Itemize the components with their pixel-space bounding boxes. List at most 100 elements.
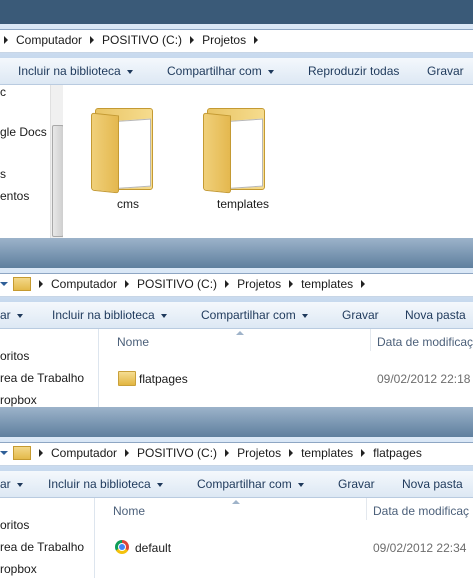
- dropdown-caret-icon: [301, 313, 308, 318]
- nav-item-favorites[interactable]: oritos: [0, 518, 29, 532]
- new-folder-button[interactable]: Nova pasta: [402, 477, 463, 491]
- nav-item-desktop[interactable]: rea de Trabalho: [0, 371, 84, 385]
- breadcrumb-arrow-icon[interactable]: [254, 36, 259, 44]
- include-library-button[interactable]: Incluir na biblioteca: [48, 477, 163, 491]
- file-list: Nome Data de modificaç flatpages 09/02/2…: [99, 329, 473, 407]
- address-box[interactable]: Computador POSITIVO (C:) Projetos templa…: [0, 273, 473, 297]
- column-header-date[interactable]: Data de modificaç: [373, 504, 469, 518]
- breadcrumb-arrow-icon[interactable]: [361, 449, 366, 457]
- table-row[interactable]: flatpages 09/02/2012 22:18: [99, 369, 473, 387]
- nav-item-dropbox[interactable]: ropbox: [0, 562, 37, 576]
- file-date: 09/02/2012 22:18: [377, 372, 471, 386]
- column-header-date[interactable]: Data de modificaç: [377, 335, 473, 349]
- column-header-name[interactable]: Nome: [113, 504, 145, 518]
- breadcrumb-projetos[interactable]: Projetos: [202, 33, 246, 47]
- folder-icon[interactable]: [91, 100, 155, 194]
- share-with-button[interactable]: Compartilhar com: [201, 308, 308, 322]
- breadcrumb-arrow-icon[interactable]: [289, 280, 294, 288]
- nav-item-docs[interactable]: gle Docs: [0, 125, 47, 139]
- address-bar: Computador POSITIVO (C:) Projetos: [0, 24, 473, 59]
- include-library-button[interactable]: Incluir na biblioteca: [18, 64, 133, 78]
- breadcrumb-flatpages[interactable]: flatpages: [373, 446, 422, 460]
- folder-icon[interactable]: [203, 100, 267, 194]
- file-name[interactable]: default: [135, 541, 171, 555]
- chrome-html-file-icon: [115, 540, 129, 554]
- breadcrumb-arrow-icon[interactable]: [225, 280, 230, 288]
- nav-item-desktop[interactable]: rea de Trabalho: [0, 540, 84, 554]
- burn-button[interactable]: Gravar: [342, 308, 379, 322]
- breadcrumb-arrow-icon[interactable]: [289, 449, 294, 457]
- breadcrumb-arrow-icon[interactable]: [125, 449, 130, 457]
- play-all-button[interactable]: Reproduzir todas: [308, 64, 399, 78]
- navigation-pane: oritos rea de Trabalho ropbox: [0, 329, 99, 407]
- breadcrumb-templates[interactable]: templates: [301, 277, 353, 291]
- column-divider[interactable]: [366, 498, 367, 520]
- organize-button[interactable]: ar: [0, 308, 23, 322]
- breadcrumb-arrow-icon[interactable]: [190, 36, 195, 44]
- table-row[interactable]: default 09/02/2012 22:34: [95, 538, 473, 556]
- breadcrumb-arrow-icon[interactable]: [361, 280, 366, 288]
- new-folder-button[interactable]: Nova pasta: [405, 308, 466, 322]
- desktop-gap: [0, 238, 473, 268]
- dropdown-caret-icon: [126, 69, 133, 74]
- breadcrumb-projetos[interactable]: Projetos: [237, 446, 281, 460]
- dropdown-caret-icon: [156, 482, 163, 487]
- breadcrumb: Computador POSITIVO (C:) Projetos: [4, 33, 266, 47]
- column-divider[interactable]: [370, 329, 371, 351]
- navigation-pane: oritos rea de Trabalho ropbox: [0, 498, 95, 578]
- breadcrumb-arrow-icon[interactable]: [125, 280, 130, 288]
- burn-button[interactable]: Gravar: [338, 477, 375, 491]
- dropdown-caret-icon: [160, 313, 167, 318]
- breadcrumb-computador[interactable]: Computador: [16, 33, 82, 47]
- explorer-window-flatpages: Computador POSITIVO (C:) Projetos templa…: [0, 437, 473, 578]
- nav-item[interactable]: entos: [0, 189, 29, 203]
- recent-pages-icon[interactable]: [0, 451, 8, 455]
- breadcrumb-positivo[interactable]: POSITIVO (C:): [137, 446, 217, 460]
- breadcrumb-arrow-icon[interactable]: [225, 449, 230, 457]
- command-bar: ar Incluir na biblioteca Compartilhar co…: [0, 302, 473, 329]
- breadcrumb-arrow-icon[interactable]: [39, 449, 43, 457]
- file-list: Nome Data de modificaç default 09/02/201…: [95, 498, 473, 578]
- breadcrumb-positivo[interactable]: POSITIVO (C:): [137, 277, 217, 291]
- breadcrumb-arrow-icon[interactable]: [4, 36, 8, 44]
- breadcrumb-templates[interactable]: templates: [301, 446, 353, 460]
- explorer-window-projetos: Computador POSITIVO (C:) Projetos Inclui…: [0, 24, 473, 238]
- organize-button[interactable]: ar: [0, 477, 23, 491]
- nav-item[interactable]: s: [0, 167, 6, 181]
- include-library-button[interactable]: Incluir na biblioteca: [52, 308, 167, 322]
- folder-icon: [13, 446, 31, 460]
- dropdown-caret-icon: [267, 69, 274, 74]
- dropdown-caret-icon: [16, 313, 23, 318]
- breadcrumb-arrow-icon[interactable]: [90, 36, 95, 44]
- file-name[interactable]: flatpages: [139, 372, 188, 386]
- nav-item[interactable]: c: [0, 85, 6, 99]
- folder-icon: [13, 277, 31, 291]
- address-box[interactable]: Computador POSITIVO (C:) Projetos: [0, 29, 473, 53]
- desktop-gap: [0, 407, 473, 437]
- folder-label-cms[interactable]: cms: [98, 197, 158, 211]
- burn-button[interactable]: Gravar: [427, 64, 464, 78]
- folder-icon: [118, 371, 136, 386]
- address-bar: Computador POSITIVO (C:) Projetos templa…: [0, 437, 473, 472]
- breadcrumb-positivo[interactable]: POSITIVO (C:): [102, 33, 182, 47]
- explorer-window-templates: Computador POSITIVO (C:) Projetos templa…: [0, 268, 473, 407]
- share-with-button[interactable]: Compartilhar com: [197, 477, 304, 491]
- sort-ascending-icon: [232, 500, 240, 504]
- column-header-name[interactable]: Nome: [117, 335, 149, 349]
- recent-pages-icon[interactable]: [0, 282, 8, 286]
- file-view: cms templates: [63, 85, 473, 238]
- nav-scrollbar[interactable]: [50, 85, 64, 238]
- breadcrumb: Computador POSITIVO (C:) Projetos templa…: [0, 277, 373, 291]
- nav-item-favorites[interactable]: oritos: [0, 349, 29, 363]
- dropdown-caret-icon: [297, 482, 304, 487]
- address-box[interactable]: Computador POSITIVO (C:) Projetos templa…: [0, 442, 473, 466]
- nav-item-dropbox[interactable]: ropbox: [0, 393, 37, 407]
- breadcrumb-arrow-icon[interactable]: [39, 280, 43, 288]
- share-with-button[interactable]: Compartilhar com: [167, 64, 274, 78]
- breadcrumb-computador[interactable]: Computador: [51, 446, 117, 460]
- address-bar: Computador POSITIVO (C:) Projetos templa…: [0, 268, 473, 303]
- breadcrumb-projetos[interactable]: Projetos: [237, 277, 281, 291]
- breadcrumb-computador[interactable]: Computador: [51, 277, 117, 291]
- file-date: 09/02/2012 22:34: [373, 541, 467, 555]
- folder-label-templates[interactable]: templates: [203, 197, 283, 211]
